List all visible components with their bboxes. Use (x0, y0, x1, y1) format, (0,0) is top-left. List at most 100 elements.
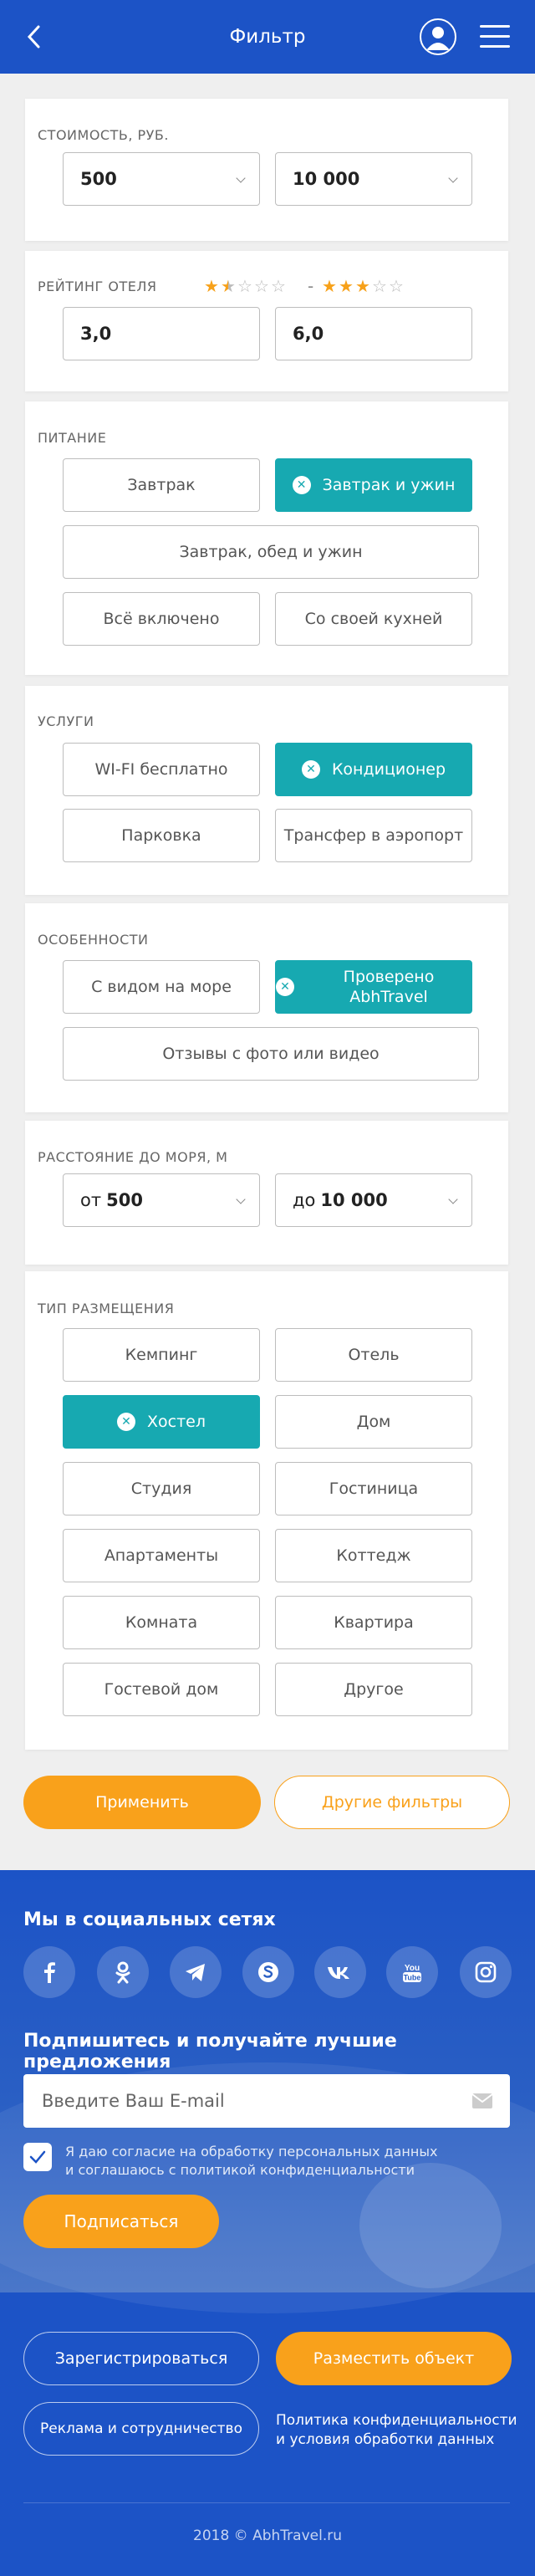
email-placeholder: Введите Ваш E-mail (42, 2091, 225, 2111)
star-empty-icon: ☆ (237, 276, 252, 296)
option-label: Кемпинг (125, 1346, 198, 1364)
price-from-select[interactable]: 500 (63, 152, 260, 206)
facebook-icon[interactable] (23, 1946, 75, 1998)
to-prefix: до (293, 1190, 316, 1210)
distance-to-value: 10 000 (320, 1190, 388, 1210)
price-label: Стоимость, руб. (38, 127, 169, 143)
price-to-select[interactable]: 10 000 (275, 152, 472, 206)
option-label: Трансфер в аэропорт (283, 826, 464, 845)
subscribe-button[interactable]: Подписаться (23, 2195, 219, 2248)
accommodation-option[interactable]: Студия (63, 1462, 260, 1515)
ads-button[interactable]: Реклама и сотрудничество (23, 2402, 259, 2456)
accommodation-option[interactable]: Дом (275, 1395, 472, 1449)
place-object-button[interactable]: Разместить объект (276, 2332, 512, 2385)
features-option[interactable]: С видом на море (63, 960, 260, 1014)
star-half-icon: ★ (221, 276, 236, 296)
skype-icon[interactable] (242, 1946, 294, 1998)
option-label: Гостиница (329, 1480, 419, 1498)
consent-checkbox[interactable] (23, 2143, 52, 2171)
star-full-icon: ★ (355, 276, 370, 296)
services-option[interactable]: Парковка (63, 809, 260, 862)
option-label: Другое (344, 1680, 404, 1699)
rating-label: Рейтинг отеля (38, 279, 157, 294)
rating-to-stars[interactable]: ★ ★ ★ ☆ ☆ (321, 276, 405, 296)
services-option[interactable]: Трансфер в аэропорт (275, 809, 472, 862)
close-icon[interactable]: ✕ (276, 978, 294, 996)
accommodation-option[interactable]: Гостевой дом (63, 1663, 260, 1716)
other-filters-button[interactable]: Другие фильтры (274, 1776, 510, 1829)
telegram-icon[interactable] (170, 1946, 222, 1998)
price-from-value: 500 (80, 169, 117, 189)
price-to-value: 10 000 (293, 169, 360, 189)
vk-icon[interactable] (314, 1946, 366, 1998)
accommodation-option[interactable]: Отель (275, 1328, 472, 1382)
instagram-icon[interactable] (460, 1946, 512, 1998)
menu-icon[interactable] (480, 25, 510, 50)
features-option[interactable]: Отзывы с фото или видео (63, 1027, 479, 1081)
distance-from-select[interactable]: от 500 (63, 1173, 260, 1227)
accommodation-option[interactable]: Гостиница (275, 1462, 472, 1515)
accommodation-option-selected[interactable]: ✕ Хостел (63, 1395, 260, 1449)
chevron-down-icon (236, 173, 246, 183)
chevron-down-icon (448, 1194, 458, 1204)
distance-from-value: 500 (106, 1190, 143, 1210)
option-label: Завтрак, обед и ужин (179, 543, 363, 561)
option-label: Гостевой дом (104, 1680, 219, 1699)
social-title: Мы в социальных сетях (23, 1909, 276, 1930)
star-full-icon: ★ (204, 276, 219, 296)
policy-link[interactable]: Политика конфиденциальности и условия об… (276, 2411, 518, 2450)
services-option-selected[interactable]: ✕ Кондиционер (275, 743, 472, 796)
distance-to-select[interactable]: до 10 000 (275, 1173, 472, 1227)
close-icon[interactable]: ✕ (301, 760, 320, 779)
accommodation-option[interactable]: Кемпинг (63, 1328, 260, 1382)
odnoklassniki-icon[interactable] (97, 1946, 149, 1998)
accommodation-option[interactable]: Другое (275, 1663, 472, 1716)
star-empty-icon: ☆ (389, 276, 404, 296)
services-label: Услуги (38, 713, 94, 729)
user-icon[interactable] (420, 18, 456, 55)
copyright: 2018 © AbhTravel.ru (193, 2527, 342, 2544)
food-option[interactable]: Всё включено (63, 592, 260, 646)
register-button[interactable]: Зарегистрироваться (23, 2332, 259, 2385)
accommodation-option[interactable]: Апартаменты (63, 1529, 260, 1582)
rating-to-input[interactable]: 6,0 (275, 307, 472, 360)
features-option-selected[interactable]: ✕ Проверено AbhTravel (275, 960, 472, 1014)
youtube-icon[interactable]: You Tube (386, 1946, 438, 1998)
top-bar: Фильтр (0, 0, 535, 74)
accommodation-option[interactable]: Квартира (275, 1596, 472, 1649)
accommodation-label: Тип размещения (38, 1301, 175, 1316)
features-label: Особенности (38, 932, 149, 948)
consent-text: Я даю согласие на обработку персональных… (65, 2144, 438, 2178)
from-prefix: от (80, 1190, 102, 1210)
accommodation-option[interactable]: Комната (63, 1596, 260, 1649)
email-input[interactable]: Введите Ваш E-mail (23, 2074, 510, 2128)
option-label: WI-FI бесплатно (94, 760, 228, 779)
svg-text:You: You (405, 1964, 420, 1973)
apply-button[interactable]: Применить (23, 1776, 261, 1829)
close-icon[interactable]: ✕ (117, 1413, 135, 1431)
rating-from-stars[interactable]: ★ ★ ☆ ☆ ☆ (203, 276, 287, 296)
rating-separator: - (308, 276, 314, 296)
option-label: Дом (356, 1413, 391, 1431)
rating-from-input[interactable]: 3,0 (63, 307, 260, 360)
chevron-down-icon (448, 173, 458, 183)
food-option-selected[interactable]: ✕ Завтрак и ужин (275, 458, 472, 512)
food-option[interactable]: Со своей кухней (275, 592, 472, 646)
food-option[interactable]: Завтрак, обед и ужин (63, 525, 479, 579)
mail-icon (471, 2093, 493, 2108)
option-label: Отель (348, 1346, 400, 1364)
option-label: С видом на море (91, 978, 232, 996)
footer-divider (23, 2502, 510, 2503)
star-full-icon: ★ (322, 276, 337, 296)
star-empty-icon: ☆ (372, 276, 387, 296)
chevron-down-icon (236, 1194, 246, 1204)
subscribe-title: Подпишитесь и получайте лучшие предложен… (23, 2031, 397, 2073)
svg-text:Tube: Tube (404, 1974, 421, 1982)
option-label: Кондиционер (331, 760, 446, 779)
close-icon[interactable]: ✕ (292, 476, 311, 494)
food-option[interactable]: Завтрак (63, 458, 260, 512)
services-option[interactable]: WI-FI бесплатно (63, 743, 260, 796)
option-label: Апартаменты (104, 1546, 219, 1565)
option-label: Квартира (334, 1613, 414, 1632)
accommodation-option[interactable]: Коттедж (275, 1529, 472, 1582)
